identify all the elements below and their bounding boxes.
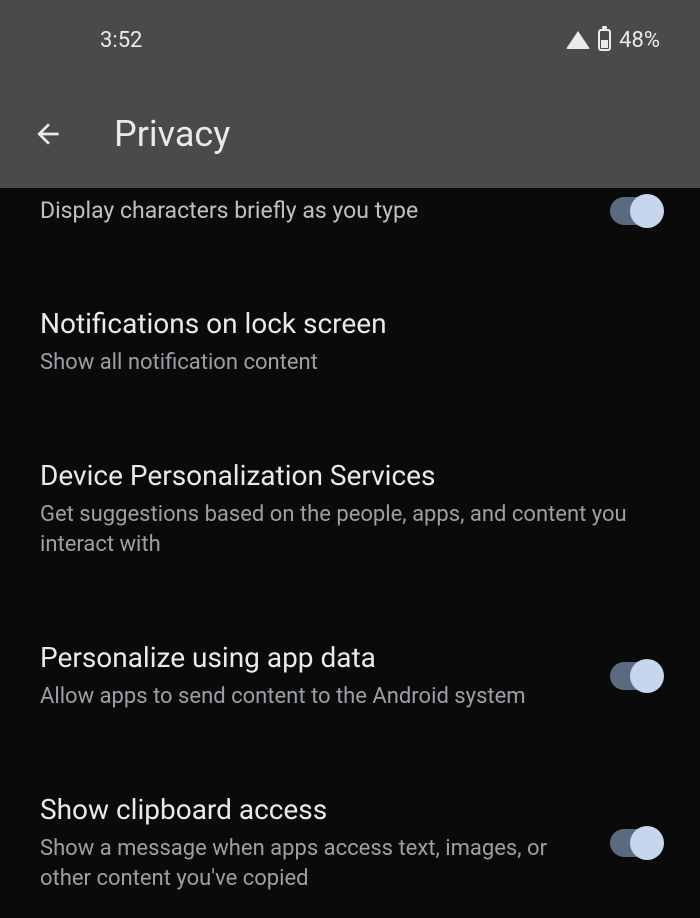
toggle-knob-icon bbox=[630, 194, 664, 228]
status-icons: 48% bbox=[566, 28, 660, 53]
setting-device-personalization[interactable]: Device Personalization Services Get sugg… bbox=[0, 434, 700, 584]
setting-clipboard-access[interactable]: Show clipboard access Show a message whe… bbox=[0, 768, 700, 918]
setting-sub: Show a message when apps access text, im… bbox=[40, 834, 590, 893]
setting-lock-screen-notifications[interactable]: Notifications on lock screen Show all no… bbox=[0, 282, 700, 402]
setting-title: Personalize using app data bbox=[40, 640, 590, 676]
setting-title: Notifications on lock screen bbox=[40, 306, 660, 342]
arrow-left-icon bbox=[32, 118, 64, 150]
toggle-knob-icon bbox=[630, 659, 664, 693]
status-bar: 3:52 48% bbox=[0, 0, 700, 80]
setting-sub: Get suggestions based on the people, app… bbox=[40, 500, 660, 559]
status-time: 3:52 bbox=[100, 28, 142, 53]
setting-title: Show clipboard access bbox=[40, 792, 590, 828]
toggle-personalize-app-data[interactable] bbox=[610, 662, 660, 690]
setting-sub: Allow apps to send content to the Androi… bbox=[40, 682, 590, 712]
settings-list: Display characters briefly as you type N… bbox=[0, 188, 700, 918]
toggle-knob-icon bbox=[630, 826, 664, 860]
app-bar: Privacy bbox=[0, 80, 700, 188]
setting-display-characters[interactable]: Display characters briefly as you type bbox=[0, 188, 700, 250]
battery-percent: 48% bbox=[619, 28, 660, 53]
setting-sub: Display characters briefly as you type bbox=[40, 196, 590, 226]
back-button[interactable] bbox=[30, 116, 66, 152]
setting-title: Device Personalization Services bbox=[40, 458, 660, 494]
setting-personalize-app-data[interactable]: Personalize using app data Allow apps to… bbox=[0, 616, 700, 736]
page-title: Privacy bbox=[114, 113, 230, 155]
wifi-icon bbox=[566, 31, 590, 49]
battery-icon bbox=[598, 29, 611, 51]
setting-sub: Show all notification content bbox=[40, 348, 660, 378]
toggle-clipboard-access[interactable] bbox=[610, 829, 660, 857]
toggle-display-characters[interactable] bbox=[610, 197, 660, 225]
